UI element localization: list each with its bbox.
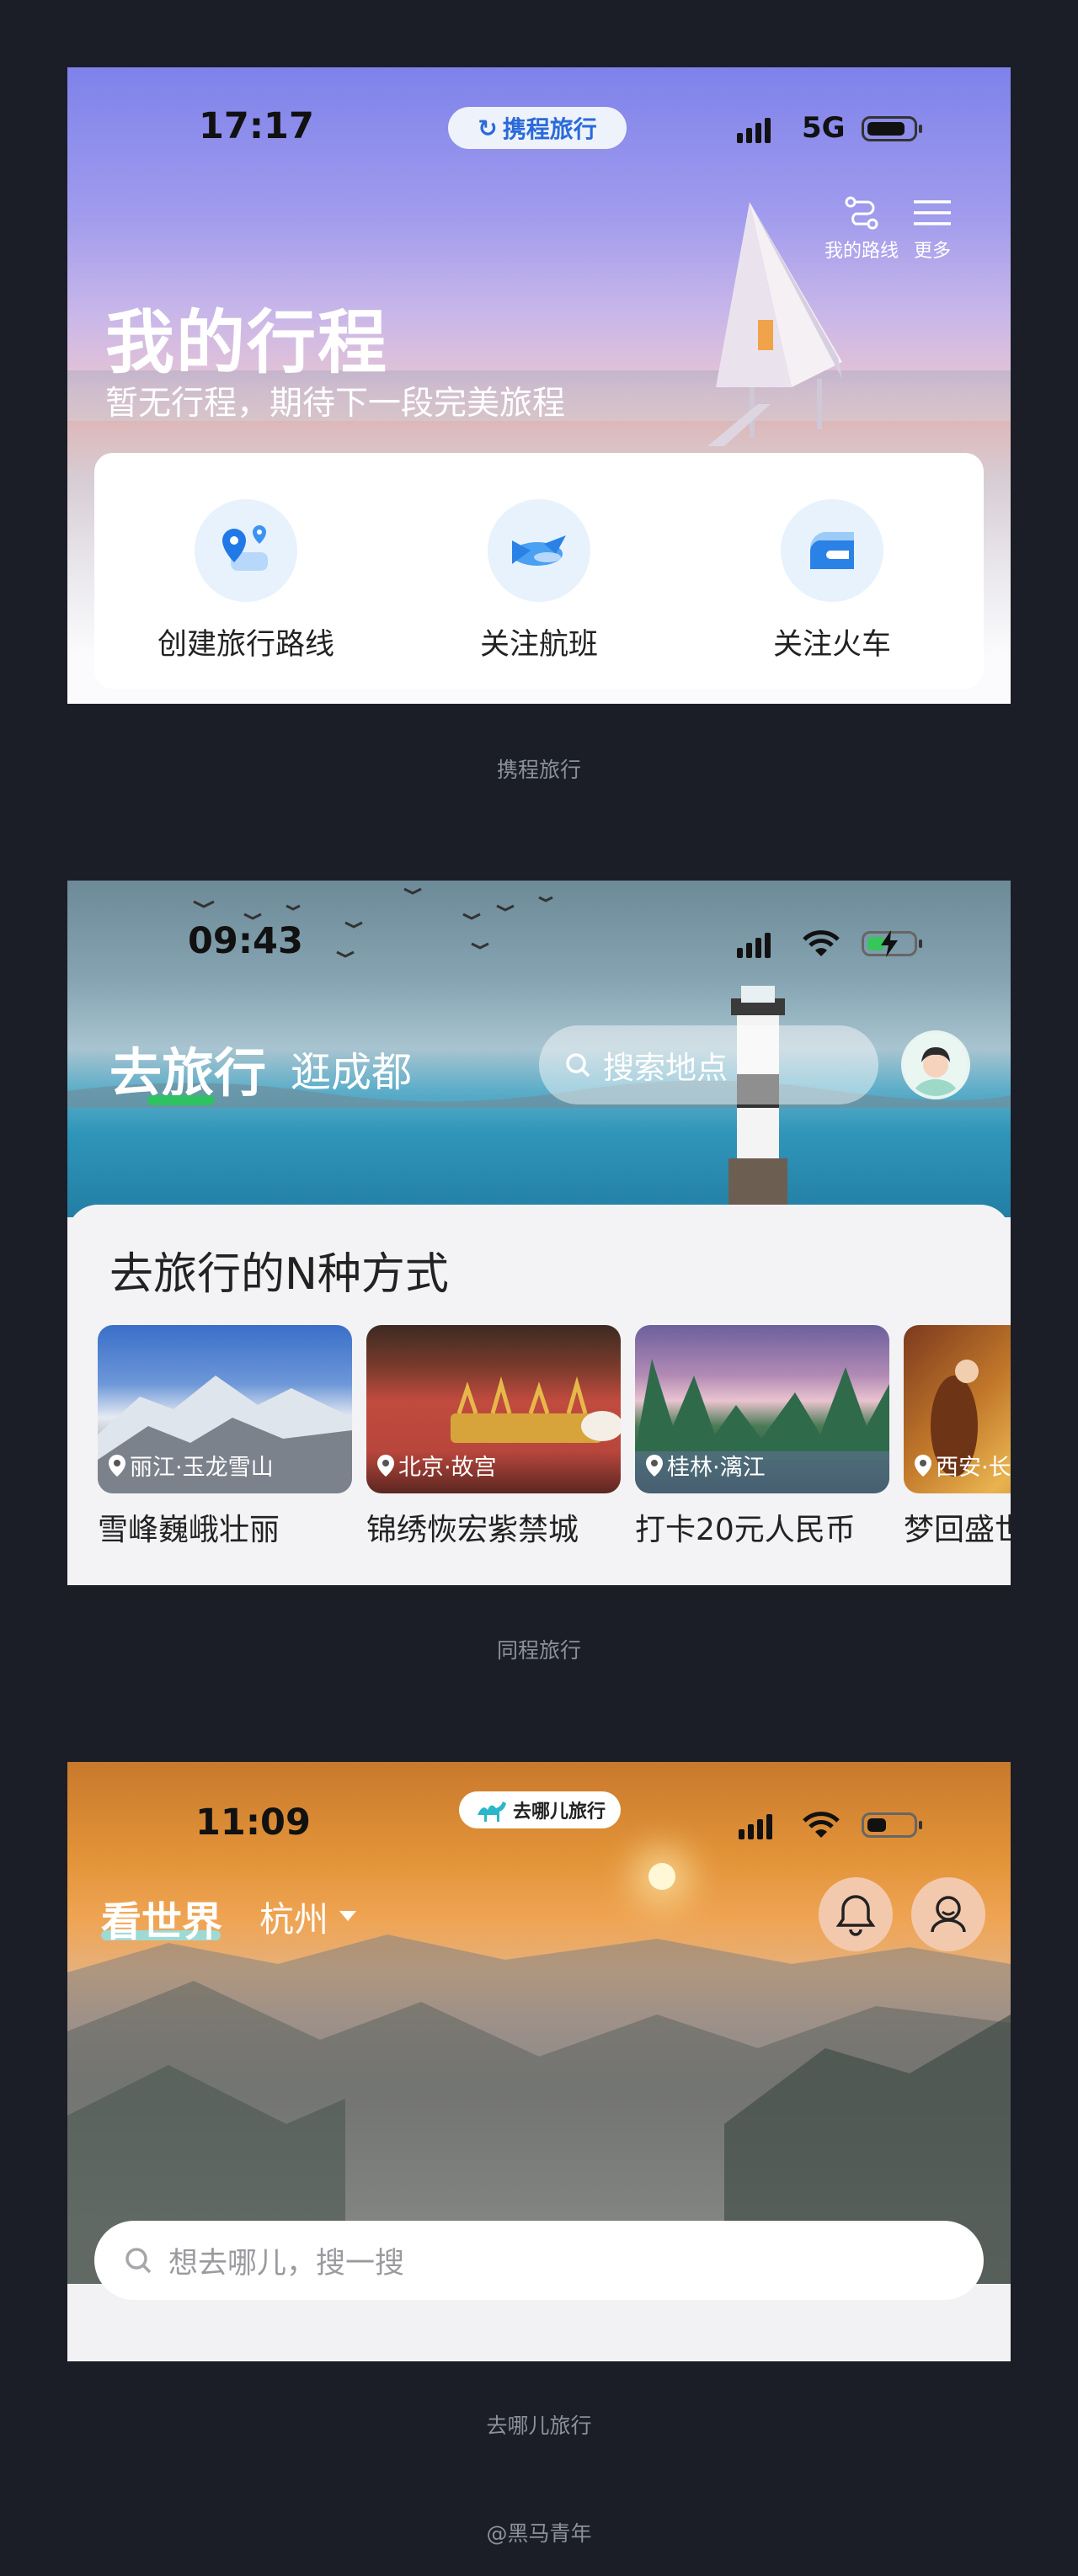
follow-train-label: 关注火车 xyxy=(772,628,891,662)
location-tag: 丽江·玉龙雪山 xyxy=(108,1449,274,1482)
create-route-label: 创建旅行路线 xyxy=(157,628,334,662)
page-subtitle: 暂无行程，期待下一段完美旅程 xyxy=(105,385,566,423)
tab-explore-city[interactable]: 逛成都 xyxy=(291,1039,412,1098)
profile-button[interactable] xyxy=(911,1877,985,1951)
my-route-label: 我的路线 xyxy=(824,241,899,262)
follow-flight-label: 关注航班 xyxy=(479,628,598,662)
camel-icon xyxy=(477,1802,506,1822)
destination-image: 丽江·玉龙雪山 xyxy=(98,1325,352,1493)
destination-image: 桂林·漓江 xyxy=(635,1325,889,1493)
caret-down-icon xyxy=(339,1911,356,1921)
location-label: 西安·长 xyxy=(936,1455,1011,1481)
wifi-icon xyxy=(803,930,840,956)
sun-illustration xyxy=(648,1863,675,1890)
map-pin-route-icon xyxy=(195,499,297,602)
notification-button[interactable] xyxy=(819,1877,893,1951)
location-pin-icon xyxy=(646,1454,663,1477)
follow-flight-button[interactable]: 关注航班 xyxy=(430,499,648,663)
destination-card[interactable]: 丽江·玉龙雪山 雪峰巍峨壮丽 xyxy=(98,1325,352,1549)
bell-icon xyxy=(835,1895,876,1936)
battery-icon xyxy=(862,116,922,141)
wifi-icon xyxy=(803,1812,840,1838)
search-icon xyxy=(566,1053,590,1078)
location-pin-icon xyxy=(377,1454,394,1477)
location-tag: 西安·长 xyxy=(914,1449,1011,1482)
user-icon xyxy=(931,1896,966,1933)
more-button[interactable]: 更多 xyxy=(907,195,958,263)
menu-icon xyxy=(914,200,951,226)
caption-ctrip: 携程旅行 xyxy=(496,758,581,782)
status-time: 11:09 xyxy=(195,1802,311,1844)
network-label: 5G xyxy=(802,111,846,145)
footer-credit: @黑马青年 xyxy=(486,2521,592,2546)
avatar[interactable] xyxy=(901,1030,970,1099)
more-label: 更多 xyxy=(913,241,951,262)
qunar-logo: 去哪儿旅行 xyxy=(459,1791,621,1828)
my-route-button[interactable]: 我的路线 xyxy=(819,195,904,263)
location-pin-icon xyxy=(109,1454,125,1477)
battery-charging-icon xyxy=(862,930,922,957)
location-pin-icon xyxy=(915,1454,931,1477)
city-selector[interactable]: 杭州 xyxy=(259,1891,357,1941)
airplane-icon xyxy=(488,499,590,602)
quick-actions-card: 创建旅行路线 关注航班 关注火车 xyxy=(94,453,984,689)
city-label: 杭州 xyxy=(259,1899,328,1940)
caption-qunar: 去哪儿旅行 xyxy=(486,2414,592,2438)
route-icon xyxy=(845,196,878,230)
tab-see-world[interactable]: 看世界 xyxy=(101,1888,222,1947)
location-label: 桂林·漓江 xyxy=(667,1455,766,1481)
signal-icon xyxy=(737,118,771,143)
ctrip-screen: 17:17 ↻ 携程旅行 5G 我的路线 更多 我的行程 暂无行程，期待下一段完… xyxy=(67,67,1011,704)
destination-caption: 梦回盛世 xyxy=(904,1513,1011,1547)
destination-card[interactable]: 桂林·漓江 打卡20元人民币 xyxy=(635,1325,889,1549)
destination-caption: 锦绣恢宏紫禁城 xyxy=(366,1513,579,1547)
signal-icon xyxy=(739,1814,772,1839)
ctrip-logo-text: 携程旅行 xyxy=(502,115,597,143)
destination-card[interactable]: 西安·长 梦回盛世 xyxy=(904,1325,1011,1549)
status-bar: 17:17 ↻ 携程旅行 5G xyxy=(67,67,1011,149)
ctrip-logo-icon: ↻ xyxy=(478,114,498,142)
qunar-screen: 11:09 去哪儿旅行 看世界 杭州 想去哪儿，搜一搜 xyxy=(67,1762,1011,2361)
location-tag: 桂林·漓江 xyxy=(645,1449,766,1482)
create-route-button[interactable]: 创建旅行路线 xyxy=(136,499,355,663)
destination-caption: 雪峰巍峨壮丽 xyxy=(98,1513,280,1547)
status-time: 17:17 xyxy=(199,105,314,147)
status-time: 09:43 xyxy=(188,920,303,962)
qunar-logo-text: 去哪儿旅行 xyxy=(512,1802,606,1823)
follow-train-button[interactable]: 关注火车 xyxy=(723,499,942,663)
signal-icon xyxy=(737,933,771,958)
destination-caption: 打卡20元人民币 xyxy=(635,1513,856,1547)
train-icon xyxy=(781,499,883,602)
search-placeholder: 想去哪儿，搜一搜 xyxy=(168,2246,405,2281)
status-bar: 09:43 xyxy=(67,881,1011,962)
location-tag: 北京·故宫 xyxy=(376,1449,497,1482)
active-tab-indicator xyxy=(147,1095,215,1105)
destination-image: 西安·长 xyxy=(904,1325,1011,1493)
ctrip-logo: ↻ 携程旅行 xyxy=(448,107,627,149)
location-label: 丽江·玉龙雪山 xyxy=(130,1455,274,1481)
location-label: 北京·故宫 xyxy=(398,1455,497,1481)
destination-card[interactable]: 北京·故宫 锦绣恢宏紫禁城 xyxy=(366,1325,621,1549)
caption-tongcheng: 同程旅行 xyxy=(496,1638,581,1663)
travel-ideas-sheet: 去旅行的N种方式 丽江·玉龙雪山 雪峰巍峨壮丽 北京·故宫 锦绣恢宏紫禁城 桂林… xyxy=(67,1205,1011,1585)
page-title: 我的行程 xyxy=(105,303,389,383)
section-title: 去旅行的N种方式 xyxy=(109,1249,449,1300)
search-input[interactable]: 搜索地点 xyxy=(539,1025,878,1104)
status-bar: 11:09 去哪儿旅行 xyxy=(67,1762,1011,1844)
search-placeholder: 搜索地点 xyxy=(603,1050,728,1086)
tongcheng-screen: 09:43 去旅行 逛成都 搜索地点 去旅行的N种方式 丽江·玉龙雪山 雪峰巍峨… xyxy=(67,881,1011,1585)
search-icon xyxy=(125,2248,152,2274)
destination-image: 北京·故宫 xyxy=(366,1325,621,1493)
battery-icon xyxy=(862,1812,922,1838)
search-input[interactable]: 想去哪儿，搜一搜 xyxy=(94,2221,984,2300)
